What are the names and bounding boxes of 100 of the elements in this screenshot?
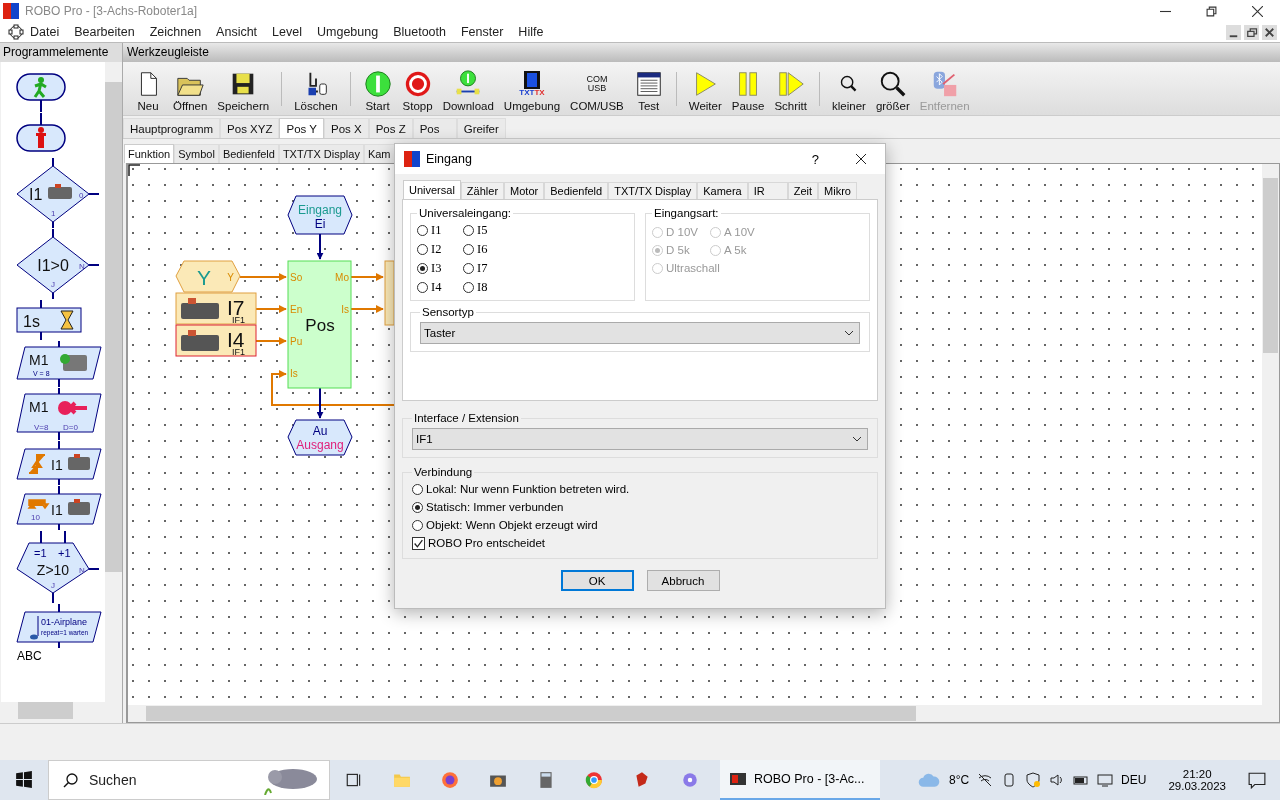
cancel-button[interactable]: Abbruch <box>646 570 720 591</box>
calculator-icon[interactable] <box>537 771 555 789</box>
menu-item[interactable]: Bluetooth <box>393 25 446 39</box>
network-icon[interactable] <box>977 772 994 788</box>
group-title: Sensortyp <box>421 306 475 318</box>
restore-icon[interactable] <box>1206 5 1217 17</box>
radio-option[interactable]: Lokal: Nur wenn Funktion betreten wird. <box>412 480 868 498</box>
radio-option[interactable]: I5 <box>463 221 523 240</box>
chevron-down-icon[interactable] <box>844 330 854 336</box>
clock-date[interactable]: 29.03.2023 <box>1168 780 1226 792</box>
toolbar-button[interactable]: kleiner <box>828 68 870 112</box>
program-tab[interactable]: Pos <box>412 118 457 138</box>
menu-item[interactable]: Umgebung <box>317 25 379 39</box>
dialog-tab[interactable]: TXT/TX Display <box>608 182 698 199</box>
toolbar-button[interactable]: Öffnen <box>169 68 212 112</box>
dialog-tab[interactable]: Bedienfeld <box>544 182 609 199</box>
counter-loop-block[interactable] <box>16 531 100 603</box>
program-tab[interactable]: Pos XYZ <box>220 118 280 138</box>
radio-option[interactable]: I4 <box>417 278 463 297</box>
view-tab[interactable]: Funktion <box>124 144 175 163</box>
variable-node[interactable] <box>175 260 241 293</box>
program-tab[interactable]: Greifer <box>456 118 506 138</box>
start-block[interactable] <box>16 73 66 112</box>
radio-option[interactable]: I7 <box>463 259 523 278</box>
language-indicator[interactable]: DEU <box>1121 773 1147 787</box>
program-icon[interactable] <box>8 24 24 40</box>
toolbar-button[interactable]: Löschen <box>290 68 342 112</box>
shield-icon[interactable] <box>1025 772 1042 788</box>
menu-item[interactable]: Level <box>272 25 302 39</box>
sensor-type-dropdown[interactable]: Taster <box>420 322 860 344</box>
close-icon[interactable] <box>1252 5 1263 17</box>
toolbar-button[interactable]: Pause <box>727 68 769 112</box>
toolbar-button[interactable]: Start <box>358 68 397 112</box>
interface-dropdown[interactable]: IF1 <box>412 428 868 450</box>
toolbar-button[interactable]: Weiter <box>684 68 726 112</box>
monitor-icon[interactable] <box>1097 772 1114 788</box>
radio-option[interactable]: I1 <box>417 221 463 240</box>
temperature[interactable]: 8°C <box>948 773 970 787</box>
minimize-icon[interactable] <box>1226 24 1241 40</box>
browser-icon[interactable] <box>585 771 603 789</box>
start-icon <box>362 68 393 100</box>
toolbar-button[interactable]: Download <box>438 68 498 112</box>
menu-item[interactable]: Bearbeiten <box>74 25 135 39</box>
dialog-tab[interactable]: IR <box>747 182 788 199</box>
task-view-icon[interactable] <box>345 771 363 789</box>
dialog-tab[interactable]: Zähler <box>460 182 505 199</box>
wire <box>350 305 384 313</box>
input-node[interactable] <box>287 195 353 235</box>
ok-button[interactable]: OK <box>560 570 634 591</box>
notification-icon[interactable] <box>1248 771 1266 789</box>
radio-option[interactable]: I8 <box>463 278 523 297</box>
app-icon[interactable] <box>681 771 699 789</box>
menu-item[interactable]: Fenster <box>460 25 504 39</box>
toolbar-button[interactable]: Test <box>629 68 668 112</box>
program-tab[interactable]: Pos Z <box>368 118 413 138</box>
sound-block[interactable] <box>16 604 102 648</box>
close-icon[interactable] <box>1262 24 1277 40</box>
dialog-tab[interactable]: Motor <box>504 182 545 199</box>
program-tab[interactable]: Hauptprogramm <box>123 118 221 138</box>
menu-item[interactable]: Ansicht <box>216 25 258 39</box>
clock-time[interactable]: 21:20 <box>1182 768 1212 780</box>
toolbar-button[interactable]: TXTTX Umgebung <box>499 68 565 112</box>
dialog-tab[interactable]: Zeit <box>787 182 819 199</box>
menu-item[interactable]: Zeichnen <box>149 25 202 39</box>
view-tab[interactable]: TXT/TX Display <box>278 144 364 163</box>
search-field[interactable]: Suchen <box>48 760 330 800</box>
radio-option[interactable]: I6 <box>463 240 523 259</box>
restore-icon[interactable] <box>1244 24 1259 40</box>
taskbar-app-button[interactable]: ROBO Pro - [3-Ac... <box>720 760 880 800</box>
corner-mark <box>128 164 141 177</box>
toolbar-button[interactable]: Neu <box>129 68 167 112</box>
radio-option[interactable]: I2 <box>417 240 463 259</box>
toolbar-button[interactable]: Stopp <box>398 68 437 112</box>
dialog-tab[interactable]: Kamera <box>697 182 748 199</box>
browser-icon[interactable] <box>441 771 459 789</box>
view-tab[interactable]: Kam <box>363 144 395 163</box>
toolbar-button[interactable]: Schritt <box>770 68 811 112</box>
chevron-down-icon[interactable] <box>852 436 862 442</box>
dialog-tab[interactable]: Mikro <box>818 182 857 199</box>
yes-label: J <box>51 280 55 289</box>
program-tab[interactable]: Pos Y <box>279 118 324 138</box>
program-tab[interactable]: Pos X <box>323 118 369 138</box>
output-node[interactable] <box>287 419 353 456</box>
toolbar-button[interactable]: Speichern <box>213 68 274 112</box>
checkbox-option[interactable]: ROBO Pro entscheidet <box>412 534 868 552</box>
compare-block[interactable] <box>16 229 100 299</box>
toolbar-button[interactable]: COM USB COM/USB <box>566 68 628 112</box>
text-element[interactable]: ABC <box>17 649 42 663</box>
menu-item[interactable]: Datei <box>30 25 60 39</box>
dialog-tab[interactable]: Universal <box>403 180 461 199</box>
view-tab[interactable]: Bedienfeld <box>218 144 279 163</box>
radio-option[interactable]: I3 <box>417 259 463 278</box>
close-icon[interactable] <box>855 153 867 165</box>
windows-start-icon[interactable] <box>15 771 33 789</box>
radio-option[interactable]: Objekt: Wenn Objekt erzeugt wird <box>412 516 868 534</box>
motor-stop-block[interactable] <box>16 388 102 440</box>
toolbar-button[interactable]: größer <box>871 68 914 112</box>
menu-item[interactable]: Hilfe <box>518 25 544 39</box>
view-tab[interactable]: Symbol <box>174 144 219 163</box>
radio-option[interactable]: Statisch: Immer verbunden <box>412 498 868 516</box>
